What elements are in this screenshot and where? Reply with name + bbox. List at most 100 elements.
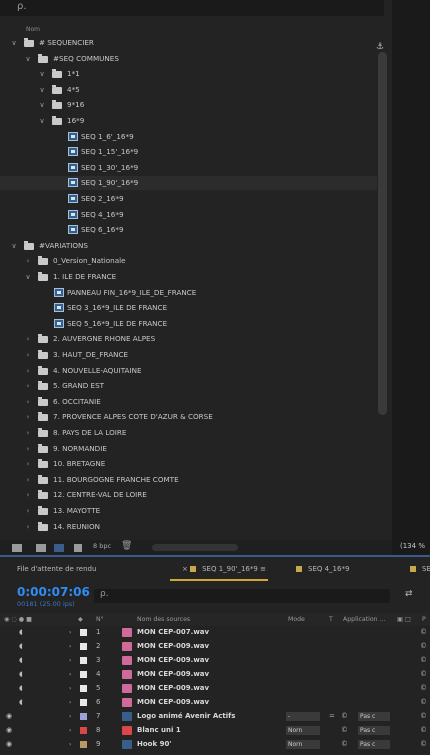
parent-pickwhip-icon[interactable]: © <box>420 654 427 667</box>
zoom-level[interactable]: (134 % <box>400 542 425 550</box>
new-folder-icon[interactable] <box>36 544 46 552</box>
folder-item[interactable]: ∨ #SEQ COMMUNES <box>0 52 377 66</box>
column-header-p[interactable]: P <box>422 616 426 623</box>
chevron-down-icon[interactable]: ∨ <box>24 52 32 66</box>
folder-item[interactable]: ∨ 1. ILE DE FRANCE <box>0 270 377 284</box>
composition-item[interactable]: SEQ 1_15'_16*9 <box>0 145 377 159</box>
layer-color-label[interactable] <box>80 685 87 692</box>
label-header-icon[interactable]: ◆ <box>78 616 83 623</box>
folder-item[interactable]: › 0_Version_Nationale <box>0 254 377 268</box>
chevron-down-icon[interactable]: ∨ <box>38 83 46 97</box>
layer-color-label[interactable] <box>80 699 87 706</box>
layer-name[interactable]: Logo animé Avenir Actifs <box>137 710 235 723</box>
interpret-footage-icon[interactable] <box>12 544 22 552</box>
timeline-options-icon[interactable]: ⇄ <box>405 589 413 599</box>
folder-item[interactable]: › 2. AUVERGNE RHONE ALPES <box>0 332 377 346</box>
folder-item[interactable]: ∨ 16*9 <box>0 114 377 128</box>
folder-item[interactable]: › 10. BRETAGNE <box>0 457 377 471</box>
parent-pickwhip-icon[interactable]: © <box>420 682 427 695</box>
layer-color-label[interactable] <box>80 671 87 678</box>
trash-icon[interactable]: 🗑 <box>121 541 132 551</box>
parent-pickwhip-icon[interactable]: © <box>420 710 427 723</box>
composition-item[interactable]: SEQ 5_16*9_ILE DE FRANCE <box>0 317 377 331</box>
visibility-toggle-icon[interactable]: ◉ <box>6 738 12 751</box>
chevron-right-icon[interactable]: › <box>24 364 32 378</box>
layer-row[interactable]: ◖ › 6 MON CEP-009.wav © <box>0 696 430 709</box>
audio-toggle-icon[interactable]: ◖ <box>19 668 23 681</box>
timeline-search-input[interactable]: ρ. <box>94 589 390 603</box>
folder-item[interactable]: › 3. HAUT_DE_FRANCE <box>0 348 377 362</box>
composition-item[interactable]: SEQ 1_6'_16*9 <box>0 130 377 144</box>
expand-layer-icon[interactable]: › <box>69 710 71 723</box>
visibility-header-icon[interactable]: ◉ ◌ ● ■ <box>4 616 32 623</box>
column-header-source-name[interactable]: Nom des sources <box>137 616 190 623</box>
layer-row[interactable]: ◖ › 1 MON CEP-007.wav © <box>0 626 430 639</box>
layer-row[interactable]: ◉ › 8 Blanc uni 1 Norn © Pas c © <box>0 724 430 737</box>
chevron-right-icon[interactable]: › <box>24 254 32 268</box>
chevron-right-icon[interactable]: › <box>24 504 32 518</box>
close-tab-icon[interactable]: × <box>182 565 190 573</box>
chevron-right-icon[interactable]: › <box>24 520 32 534</box>
preserve-transparency-toggle[interactable]: = <box>329 710 335 723</box>
chevron-down-icon[interactable]: ∨ <box>10 239 18 253</box>
new-composition-icon[interactable] <box>54 544 64 552</box>
chevron-down-icon[interactable]: ∨ <box>24 270 32 284</box>
project-horizontal-scrollbar[interactable] <box>152 544 238 551</box>
folder-item[interactable]: › 6. OCCITANIE <box>0 395 377 409</box>
chevron-right-icon[interactable]: › <box>24 426 32 440</box>
track-matte-dropdown[interactable]: Pas c <box>358 740 390 749</box>
layer-row[interactable]: ◖ › 2 MON CEP-009.wav © <box>0 640 430 653</box>
layer-color-label[interactable] <box>80 727 87 734</box>
chevron-down-icon[interactable]: ∨ <box>10 36 18 50</box>
expand-layer-icon[interactable]: › <box>69 724 71 737</box>
folder-item[interactable]: › 11. BOURGOGNE FRANCHE COMTE <box>0 473 377 487</box>
visibility-toggle-icon[interactable]: ◉ <box>6 724 12 737</box>
parent-pickwhip-icon[interactable]: © <box>420 640 427 653</box>
expand-layer-icon[interactable]: › <box>69 654 71 667</box>
folder-item[interactable]: › 8. PAYS DE LA LOIRE <box>0 426 377 440</box>
column-header-number[interactable]: N° <box>96 616 104 623</box>
blend-mode-dropdown[interactable]: Norn <box>286 726 320 735</box>
switches-header-icon[interactable]: ▣ □ <box>397 616 411 623</box>
project-scrollbar[interactable] <box>378 52 387 415</box>
layer-name[interactable]: Hook 90' <box>137 738 171 751</box>
layer-color-label[interactable] <box>80 643 87 650</box>
folder-item[interactable]: ∨ 9*16 <box>0 98 377 112</box>
chevron-right-icon[interactable]: › <box>24 410 32 424</box>
audio-toggle-icon[interactable]: ◖ <box>19 654 23 667</box>
chevron-right-icon[interactable]: › <box>24 348 32 362</box>
chevron-right-icon[interactable]: › <box>24 395 32 409</box>
layer-color-label[interactable] <box>80 713 87 720</box>
folder-item[interactable]: › 5. GRAND EST <box>0 379 377 393</box>
tab-menu-icon[interactable]: ≡ <box>258 565 266 573</box>
folder-item[interactable]: ∨ #VARIATIONS <box>0 239 377 253</box>
blend-mode-dropdown[interactable]: - <box>286 712 320 721</box>
chevron-right-icon[interactable]: › <box>24 473 32 487</box>
chevron-right-icon[interactable]: › <box>24 457 32 471</box>
column-header-name[interactable]: Nom <box>26 26 40 33</box>
folder-item[interactable]: ∨ 1*1 <box>0 67 377 81</box>
layer-row[interactable]: ◖ › 4 MON CEP-009.wav © <box>0 668 430 681</box>
folder-item[interactable]: ∨ 4*5 <box>0 83 377 97</box>
folder-item[interactable]: › 12. CENTRE-VAL DE LOIRE <box>0 488 377 502</box>
layer-color-label[interactable] <box>80 657 87 664</box>
tab-render-queue[interactable]: File d'attente de rendu <box>17 565 96 573</box>
audio-toggle-icon[interactable]: ◖ <box>19 626 23 639</box>
column-header-application[interactable]: Application ... <box>343 616 385 623</box>
layer-row[interactable]: ◉ › 7 Logo animé Avenir Actifs - = © Pas c © <box>0 710 430 723</box>
audio-toggle-icon[interactable]: ◖ <box>19 640 23 653</box>
chevron-right-icon[interactable]: › <box>24 442 32 456</box>
expand-layer-icon[interactable]: › <box>69 626 71 639</box>
expand-layer-icon[interactable]: › <box>69 640 71 653</box>
bit-depth-button[interactable]: 8 bpc <box>93 542 111 550</box>
track-matte-icon[interactable]: © <box>341 724 348 737</box>
layer-name[interactable]: MON CEP-009.wav <box>137 682 209 695</box>
project-search-input[interactable]: ρ. <box>0 0 384 16</box>
composition-item[interactable]: SEQ 3_16*9_ILE DE FRANCE <box>0 301 377 315</box>
composition-item[interactable]: PANNEAU FIN_16*9_ILE_DE_FRANCE <box>0 286 377 300</box>
composition-item[interactable]: SEQ 1_30'_16*9 <box>0 161 377 175</box>
expand-layer-icon[interactable]: › <box>69 682 71 695</box>
parent-pickwhip-icon[interactable]: © <box>420 738 427 751</box>
chevron-right-icon[interactable]: › <box>24 332 32 346</box>
layer-row[interactable]: ◉ › 9 Hook 90' Norn © Pas c © <box>0 738 430 751</box>
